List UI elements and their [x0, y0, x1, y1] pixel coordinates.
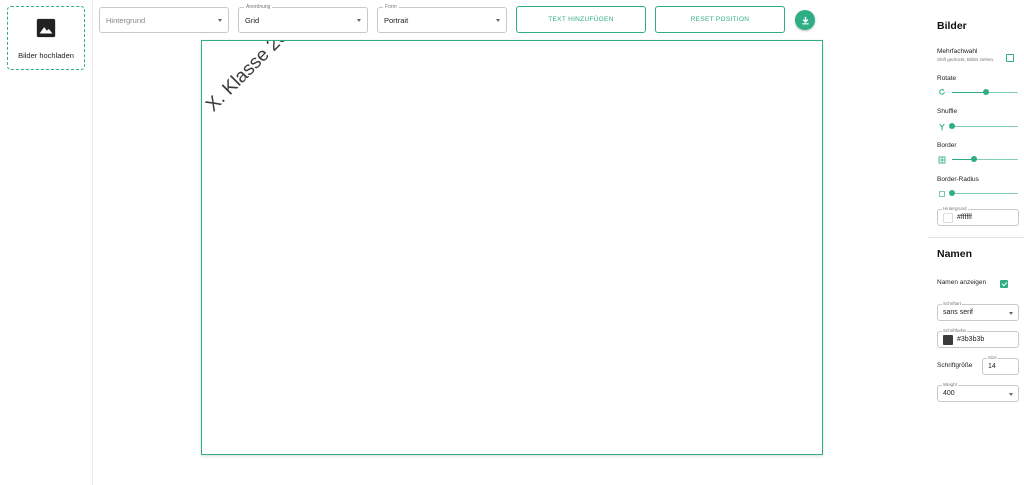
collage-canvas[interactable]: X. Klasse 20XX	[201, 40, 823, 455]
background-select-placeholder: Hintergrund	[106, 16, 146, 25]
show-names-label: Namen anzeigen	[937, 279, 987, 286]
shuffle-slider-track[interactable]	[952, 126, 1018, 127]
download-icon	[800, 15, 811, 26]
size-label: Size	[987, 355, 998, 361]
show-names-checkbox[interactable]	[1000, 280, 1008, 288]
arrangement-select-label: Anordnung	[244, 3, 273, 12]
settings-sidebar	[928, 0, 1024, 485]
font-weight-label: Weight	[942, 382, 958, 388]
border-all-icon	[937, 155, 946, 164]
border-radius-slider-thumb[interactable]	[949, 190, 955, 196]
image-background-value: #ffffff	[957, 214, 972, 221]
section-divider	[928, 237, 1024, 238]
border-slider-thumb[interactable]	[971, 156, 977, 162]
rotate-slider-thumb[interactable]	[983, 89, 989, 95]
form-select-value: Portrait	[384, 16, 409, 25]
image-background-field[interactable]: Hintergrund #ffffff	[937, 206, 1019, 226]
names-section-title: Namen	[937, 248, 973, 260]
size-value: 14	[988, 363, 996, 370]
shuffle-icon	[937, 122, 946, 131]
chevron-down-icon	[357, 19, 361, 22]
font-color-label: Schriftfarbe	[942, 328, 968, 334]
chevron-down-icon	[496, 19, 500, 22]
background-select[interactable]: Hintergrund	[99, 7, 229, 33]
rotate-slider-fill	[952, 92, 986, 93]
shuffle-label: Shuffle	[937, 108, 958, 115]
multiselect-hint: Shift gedrückt, Bilder ziehen.	[937, 57, 995, 62]
arrangement-select[interactable]: Anordnung Grid	[238, 3, 368, 33]
rotate-icon	[937, 87, 946, 96]
chevron-down-icon	[1009, 393, 1013, 396]
canvas-text-label[interactable]: X. Klasse 20XX	[202, 41, 311, 117]
font-weight-select[interactable]: Weight 400	[937, 382, 1019, 402]
rotate-label: Rotate	[937, 75, 957, 82]
font-color-value: #3b3b3b	[957, 336, 985, 343]
border-radius-slider-track[interactable]	[952, 193, 1018, 194]
font-weight-value: 400	[943, 390, 955, 397]
upload-images-button[interactable]: Bilder hochladen	[7, 6, 85, 70]
border-label: Border	[937, 142, 957, 149]
shuffle-slider-thumb[interactable]	[949, 123, 955, 129]
multiselect-checkbox[interactable]	[1006, 54, 1014, 62]
download-button[interactable]	[795, 10, 815, 30]
chevron-down-icon	[218, 19, 222, 22]
font-family-label: Schriftart	[942, 301, 963, 307]
images-section-title: Bilder	[937, 20, 967, 32]
multiselect-label: Mehrfachwahl	[937, 48, 978, 55]
upload-images-label: Bilder hochladen	[18, 50, 74, 60]
reset-position-button[interactable]: RESET POSITION	[655, 6, 785, 33]
form-select[interactable]: Form Portrait	[377, 3, 507, 33]
font-size-label: Schriftgröße	[937, 362, 973, 369]
font-family-select[interactable]: Schriftart sans serif	[937, 301, 1019, 321]
image-background-swatch[interactable]	[943, 213, 953, 223]
font-color-swatch[interactable]	[943, 335, 953, 345]
chevron-down-icon	[1009, 312, 1013, 315]
image-icon	[35, 17, 57, 44]
arrangement-select-value: Grid	[245, 16, 260, 25]
add-text-button[interactable]: TEXT HINZUFÜGEN	[516, 6, 646, 33]
left-panel: Bilder hochladen	[0, 0, 93, 485]
font-size-input[interactable]: Size 14	[982, 355, 1019, 375]
form-select-label: Form	[383, 3, 399, 12]
font-family-value: sans serif	[943, 309, 973, 316]
border-radius-icon	[937, 189, 946, 198]
border-radius-label: Border-Radius	[937, 176, 979, 183]
image-background-label: Hintergrund	[942, 206, 968, 212]
font-color-field[interactable]: Schriftfarbe #3b3b3b	[937, 328, 1019, 348]
